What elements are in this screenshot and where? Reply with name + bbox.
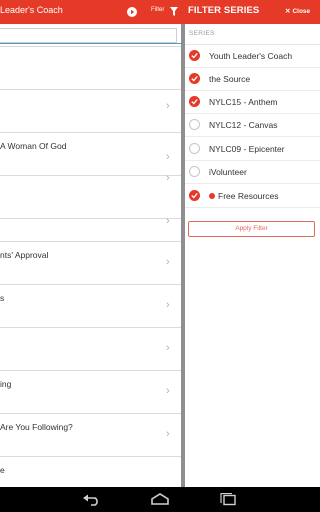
filter-button-label[interactable]: Filter: [151, 7, 164, 13]
app-title: Leader's Coach: [0, 5, 63, 15]
recents-icon[interactable]: [218, 493, 238, 506]
checkbox-checked[interactable]: [189, 73, 200, 84]
play-icon[interactable]: [127, 7, 137, 17]
checkbox-unchecked[interactable]: [189, 166, 200, 177]
check-icon: [191, 75, 198, 82]
list-item-title: nts' Approval: [0, 250, 49, 260]
filter-option-youth-leaders-coach[interactable]: Youth Leader's Coach: [185, 45, 320, 68]
chevron-right-icon: ›: [166, 215, 170, 227]
checkbox-checked[interactable]: [189, 190, 200, 201]
list-item-title: e: [0, 465, 5, 475]
checkbox-checked[interactable]: [189, 50, 200, 61]
check-icon: [191, 192, 198, 199]
filter-option-ivolunteer[interactable]: iVolunteer: [185, 161, 320, 184]
divider: [185, 207, 320, 208]
checkbox-unchecked[interactable]: [189, 143, 200, 154]
filter-option-nylc15[interactable]: NYLC15 - Anthem: [185, 91, 320, 114]
home-icon[interactable]: [150, 493, 170, 506]
funnel-icon[interactable]: [170, 7, 178, 16]
close-button[interactable]: ✕ Close: [285, 7, 310, 17]
back-icon[interactable]: [82, 493, 102, 506]
apply-filter-button[interactable]: Apply Filter: [188, 221, 315, 237]
chevron-right-icon: ›: [166, 385, 170, 397]
list-item[interactable]: e: [0, 456, 181, 487]
list-item[interactable]: A Woman Of God ›: [0, 132, 181, 176]
chevron-right-icon: ›: [166, 428, 170, 440]
chevron-right-icon: ›: [166, 100, 170, 112]
filter-option-label: Free Resources: [218, 191, 279, 201]
list-item[interactable]: ing ›: [0, 370, 181, 414]
close-label: Close: [292, 8, 311, 15]
series-section-header: SERIES: [189, 30, 215, 37]
list-item-title: ing: [0, 379, 12, 389]
list-item[interactable]: ›: [0, 172, 181, 219]
check-icon: [191, 98, 198, 105]
list-item[interactable]: s ›: [0, 284, 181, 328]
filter-option-label: the Source: [209, 74, 251, 84]
divider: [185, 136, 320, 137]
list-item-title: Are You Following?: [0, 422, 73, 432]
filter-panel-title: FILTER SERIES: [188, 5, 260, 16]
filter-option-label: NYLC12 - Canvas: [209, 120, 278, 130]
chevron-right-icon: ›: [166, 151, 170, 163]
filter-option-label: iVolunteer: [209, 167, 247, 177]
divider: [185, 183, 320, 184]
close-icon: ✕: [285, 8, 291, 15]
list-item[interactable]: Are You Following? ›: [0, 413, 181, 457]
filter-option-nylc09[interactable]: NYLC09 - Epicenter: [185, 138, 320, 161]
checkbox-checked[interactable]: [189, 96, 200, 107]
series-list: › A Woman Of God › › › nts' Approval › s…: [0, 24, 181, 487]
list-item[interactable]: [0, 46, 181, 90]
list-item[interactable]: nts' Approval ›: [0, 241, 181, 285]
filter-panel: SERIES Youth Leader's Coach the Source N…: [185, 24, 320, 487]
list-item[interactable]: ›: [0, 327, 181, 371]
filter-option-free-resources[interactable]: Free Resources: [185, 185, 320, 208]
dot-icon: [209, 193, 215, 199]
filter-option-nylc12[interactable]: NYLC12 - Canvas: [185, 114, 320, 137]
checkbox-unchecked[interactable]: [189, 119, 200, 130]
list-item-title: A Woman Of God: [0, 141, 67, 151]
filter-option-label: Youth Leader's Coach: [209, 51, 293, 61]
chevron-right-icon: ›: [166, 172, 170, 184]
system-nav-bar: [0, 487, 320, 512]
filter-option-label-wrap: Free Resources: [209, 191, 278, 201]
filter-option-label: NYLC15 - Anthem: [209, 97, 278, 107]
chevron-right-icon: ›: [166, 256, 170, 268]
list-item-title: s: [0, 293, 5, 303]
search-underline: [0, 43, 181, 44]
filter-option-the-source[interactable]: the Source: [185, 68, 320, 91]
filter-option-label: NYLC09 - Epicenter: [209, 144, 285, 154]
chevron-right-icon: ›: [166, 299, 170, 311]
check-icon: [191, 52, 198, 59]
chevron-right-icon: ›: [166, 342, 170, 354]
top-bar: Leader's Coach Filter FILTER SERIES ✕ Clo…: [0, 0, 320, 24]
search-input[interactable]: [0, 28, 177, 43]
